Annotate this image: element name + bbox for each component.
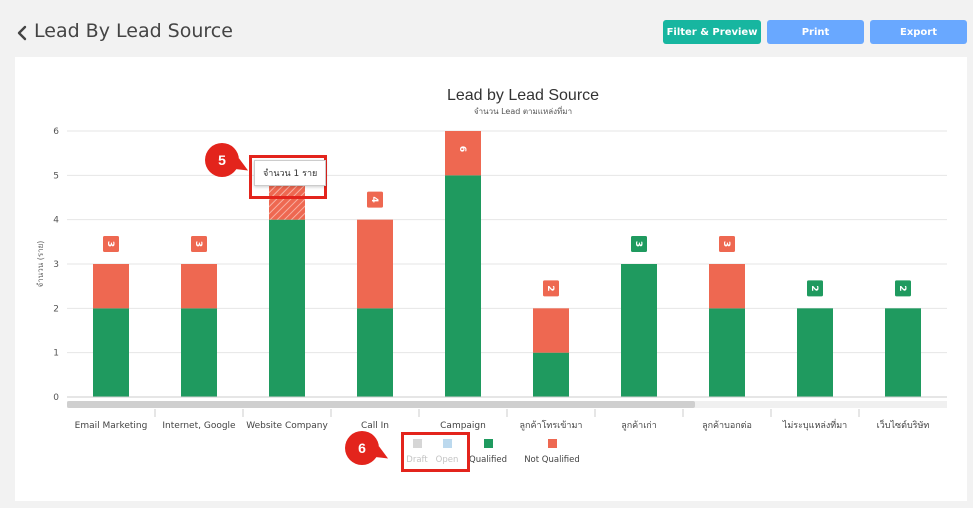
total-badge-text: 3 xyxy=(105,241,115,247)
x-tick-label: Email Marketing xyxy=(75,421,148,431)
total-label: 2 xyxy=(895,280,911,297)
chart-tooltip: จำนวน 1 ราย xyxy=(254,160,327,186)
total-badge-text: 3 xyxy=(721,241,731,247)
back-chevron-icon[interactable] xyxy=(15,22,29,44)
header-bar: Lead By Lead Source Filter & Preview Pri… xyxy=(0,0,973,60)
print-button[interactable]: Print xyxy=(767,20,864,44)
total-label: 2 xyxy=(543,280,559,297)
bar-qualified xyxy=(533,352,569,397)
bar-qualified xyxy=(797,308,833,397)
x-tick-label: Internet, Google xyxy=(162,421,236,431)
total-label: 3 xyxy=(191,236,207,252)
bar-qualified xyxy=(93,308,129,397)
y-tick-label: 1 xyxy=(53,349,59,359)
x-tick-label: Website Company xyxy=(246,421,328,431)
bar-qualified xyxy=(885,308,921,397)
total-label: 3 xyxy=(103,236,119,252)
bar-qualified xyxy=(709,308,745,397)
bar-qualified xyxy=(181,308,217,397)
total-badge-text: 2 xyxy=(545,285,555,291)
bar-not-qualified xyxy=(709,264,745,309)
bar-not-qualified xyxy=(533,308,569,353)
scrollbar-thumb xyxy=(67,401,695,408)
x-tick-label: ไม่ระบุแหล่งที่มา xyxy=(782,418,847,431)
legend-swatch xyxy=(548,439,557,448)
bar-qualified xyxy=(357,308,393,397)
bar-not-qualified xyxy=(93,264,129,309)
y-tick-label: 2 xyxy=(53,304,59,314)
annotation-marker-5: 5 xyxy=(205,143,239,177)
x-tick-label: เว็บไซต์บริษัท xyxy=(877,418,930,431)
chart-subtitle: จำนวน Lead ตามแหล่งที่มา xyxy=(474,105,572,116)
filter-preview-button[interactable]: Filter & Preview xyxy=(663,20,761,44)
x-tick-label: ลูกค้าเก่า xyxy=(621,420,657,431)
total-label: 6 xyxy=(455,141,471,157)
export-button[interactable]: Export xyxy=(870,20,967,44)
x-tick-label: ลูกค้าโทรเข้ามา xyxy=(520,420,583,431)
annotation-marker-6: 6 xyxy=(345,431,379,465)
y-tick-label: 3 xyxy=(53,260,59,270)
stacked-bar-chart: Lead by Lead Sourceจำนวน Lead ตามแหล่งที… xyxy=(36,87,947,465)
total-label: 4 xyxy=(367,191,383,208)
x-tick-label: Call In xyxy=(361,421,389,431)
legend-label: Qualified xyxy=(469,455,507,465)
total-badge-text: 2 xyxy=(809,285,819,291)
legend-item-qualified: Qualified xyxy=(469,439,507,465)
legend-label: Not Qualified xyxy=(524,455,580,465)
y-tick-label: 0 xyxy=(53,393,59,403)
y-tick-label: 5 xyxy=(53,171,59,181)
total-badge-text: 3 xyxy=(633,241,643,247)
legend-highlight-box xyxy=(401,432,470,472)
bar-not-qualified xyxy=(357,219,393,309)
y-tick-label: 4 xyxy=(53,216,59,226)
total-badge-text: 4 xyxy=(369,197,379,203)
total-badge-text: 2 xyxy=(897,285,907,291)
total-label: 3 xyxy=(719,236,735,252)
total-label: 3 xyxy=(631,236,647,252)
y-axis-label: จำนวน (ราย) xyxy=(36,241,45,288)
legend-item-not-qualified: Not Qualified xyxy=(524,439,580,465)
bar-qualified xyxy=(445,175,481,397)
bar-qualified xyxy=(269,219,305,397)
tooltip-text: จำนวน 1 ราย xyxy=(263,169,318,179)
page-title: Lead By Lead Source xyxy=(34,20,233,42)
chart-card: Lead by Lead Source จำนวน Lead ตามแหล่งที… xyxy=(15,57,967,501)
legend-swatch xyxy=(484,439,493,448)
y-tick-label: 6 xyxy=(53,127,59,137)
total-badge-text: 6 xyxy=(457,146,467,152)
x-tick-label: Campaign xyxy=(440,421,486,431)
total-label: 2 xyxy=(807,280,823,297)
x-tick-label: ลูกค้าบอกต่อ xyxy=(702,420,752,431)
bar-not-qualified xyxy=(181,264,217,309)
bar-qualified xyxy=(621,264,657,397)
total-badge-text: 3 xyxy=(193,241,203,247)
chart-title: Lead by Lead Source xyxy=(447,87,599,104)
